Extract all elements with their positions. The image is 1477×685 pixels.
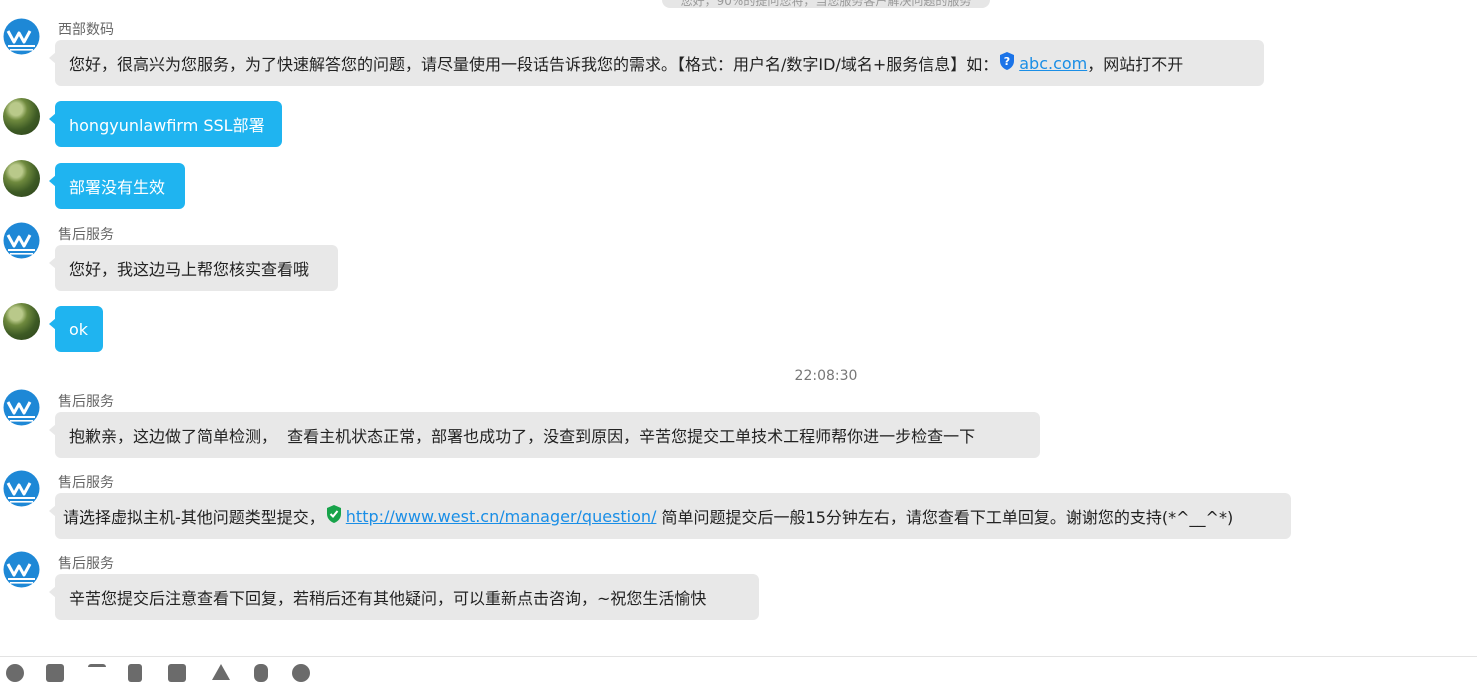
- message-bubble: 您好，很高兴为您服务，为了快速解答您的问题，请尽量使用一段话告诉我您的需求。【格…: [49, 40, 1264, 86]
- message-bubble: 辛苦您提交后注意查看下回复，若稍后还有其他疑问，可以重新点击咨询，~祝您生活愉快: [49, 574, 759, 620]
- west-logo-icon: [3, 18, 40, 55]
- sender-name: 售后服务: [58, 227, 114, 243]
- message-text: 辛苦您提交后注意查看下回复，若稍后还有其他疑问，可以重新点击咨询，~祝您生活愉快: [69, 589, 707, 608]
- agent-avatar: [3, 551, 40, 588]
- rating-icon[interactable]: [212, 664, 230, 680]
- message-text: 请选择虚拟主机-其他问题类型提交，: [63, 508, 325, 527]
- user-avatar: [3, 303, 40, 340]
- message-text: 简单问题提交后一般15分钟左右，请您查看下工单回复。谢谢您的支持(*^__^*): [656, 508, 1234, 527]
- user-avatar: [3, 98, 40, 135]
- message-bubble: hongyunlawfirm SSL部署: [49, 101, 282, 147]
- west-logo-icon: [3, 389, 40, 426]
- image-icon[interactable]: [46, 664, 64, 682]
- sender-name: 西部数码: [58, 22, 114, 38]
- west-logo-icon: [3, 551, 40, 588]
- agent-avatar: [3, 470, 40, 507]
- message-text: hongyunlawfirm SSL部署: [69, 116, 265, 135]
- message-text: 抱歉亲，这边做了简单检测， 查看主机状态正常，部署也成功了，没查到原因，辛苦您提…: [69, 427, 976, 446]
- message-text: ok: [69, 319, 89, 339]
- message-bubble: 请选择虚拟主机-其他问题类型提交， http://www.west.cn/man…: [49, 493, 1291, 539]
- message-text: 您好，很高兴为您服务，为了快速解答您的问题，请尽量使用一段话告诉我您的需求。【格…: [69, 55, 999, 74]
- help-icon[interactable]: [292, 664, 310, 682]
- message-bubble: 您好，我这边马上帮您核实查看哦: [49, 245, 338, 291]
- west-logo-icon: [3, 222, 40, 259]
- screenshot-icon[interactable]: [168, 664, 186, 682]
- verified-shield-icon: [325, 504, 343, 528]
- input-divider: [0, 656, 1477, 657]
- question-link[interactable]: http://www.west.cn/manager/question/: [346, 507, 657, 526]
- sender-name: 售后服务: [58, 394, 114, 410]
- message-text: 部署没有生效: [69, 178, 166, 197]
- sender-name: 售后服务: [58, 556, 114, 572]
- timestamp: 22:08:30: [794, 368, 858, 384]
- file-icon[interactable]: [128, 664, 142, 682]
- user-avatar: [3, 160, 40, 197]
- input-toolbar: [0, 662, 1477, 682]
- shield-question-icon: ?: [998, 51, 1016, 75]
- sender-name: 售后服务: [58, 475, 114, 491]
- emoji-icon[interactable]: [6, 664, 24, 682]
- message-bubble: ok: [49, 306, 103, 352]
- agent-avatar: [3, 222, 40, 259]
- agent-avatar: [3, 389, 40, 426]
- top-notice: 您好，90%的提问您将，当您服务客户解决问题的服务: [662, 0, 990, 8]
- agent-avatar: [3, 18, 40, 55]
- west-logo-icon: [3, 470, 40, 507]
- svg-text:?: ?: [1004, 55, 1010, 68]
- scissors-icon[interactable]: [88, 664, 106, 685]
- message-bubble: 抱歉亲，这边做了简单检测， 查看主机状态正常，部署也成功了，没查到原因，辛苦您提…: [49, 412, 1040, 458]
- domain-link[interactable]: abc.com: [1019, 54, 1087, 73]
- phone-icon[interactable]: [254, 664, 268, 682]
- message-text: 您好，我这边马上帮您核实查看哦: [69, 260, 310, 279]
- message-bubble: 部署没有生效: [49, 163, 185, 209]
- message-text: ，网站打不开: [1087, 55, 1184, 74]
